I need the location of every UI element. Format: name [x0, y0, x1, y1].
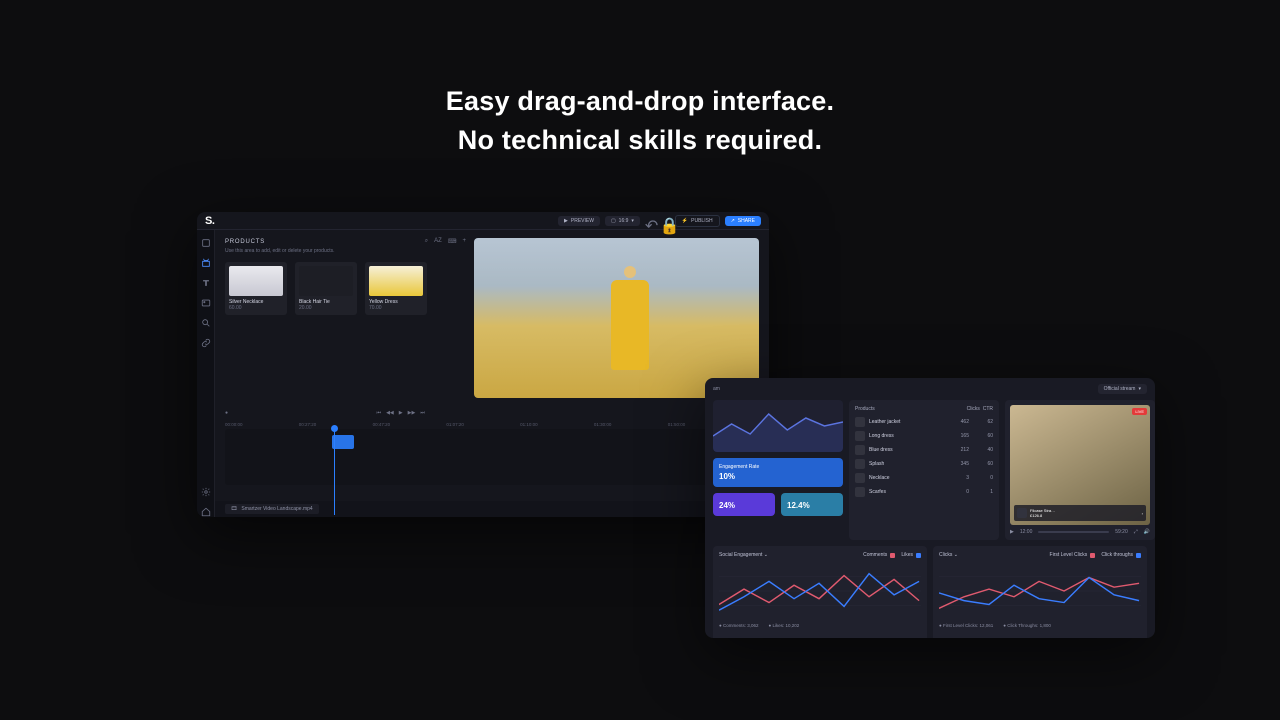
text-icon[interactable] [201, 278, 211, 288]
film-icon: 🎞 [231, 506, 237, 512]
product-thumb [369, 266, 423, 296]
app-logo[interactable]: S. [205, 215, 214, 227]
time-total: 59:20 [1115, 529, 1128, 535]
live-video[interactable]: LIVE Filcase Stra… £126.8 › [1010, 405, 1150, 525]
editor-siderail [197, 230, 215, 517]
clicks-chart: Clicks ⌄ First Level Clicks Click throug… [933, 546, 1147, 638]
timeline-start-marker[interactable]: ● [225, 410, 228, 416]
expand-icon[interactable]: ⤢ [1134, 529, 1138, 535]
products-title: PRODUCTS [225, 239, 265, 245]
playhead[interactable] [334, 429, 335, 515]
stream-status[interactable]: Official stream ▾ [1098, 384, 1147, 394]
product-card[interactable]: Yellow Dress 70.00 [365, 262, 427, 315]
table-row[interactable]: Scarfes01 [855, 487, 993, 497]
volume-icon[interactable]: 🔊 [1144, 529, 1150, 535]
products-subtitle: Use this area to add, edit or delete you… [225, 248, 466, 254]
legend-first-level[interactable]: First Level Clicks [1050, 552, 1096, 558]
live-product-overlay[interactable]: Filcase Stra… £126.8 › [1014, 505, 1146, 521]
dashboard-window: am Official stream ▾ Engagement Rate 10%… [705, 378, 1155, 638]
play-icon[interactable]: ▶ [399, 410, 403, 416]
headline: Easy drag-and-drop interface. No technic… [0, 82, 1280, 160]
home-icon[interactable] [201, 507, 211, 517]
editor-topbar: S. ▶ PREVIEW ▢ 16:9 ▾ ↶ 🔒 ⚡ PUBLISH ↗ SH… [197, 212, 769, 230]
legend-clickthrough[interactable]: Click throughs [1101, 552, 1141, 558]
skip-fwd-icon[interactable]: ⏭ [420, 410, 425, 416]
timeline: ● ⏮ ◀◀ ▶ ▶▶ ⏭ 00:52:10 / 02:20:00 00:00:… [215, 404, 769, 501]
time-elapsed: 12:00 [1020, 529, 1033, 535]
lock-icon[interactable]: 🔒 [660, 216, 670, 226]
keyboard-icon[interactable]: ⌨ [448, 238, 457, 245]
preview-button[interactable]: ▶ PREVIEW [558, 216, 600, 226]
dashboard-title: am [713, 386, 720, 392]
undo-icon[interactable]: ↶ [645, 216, 655, 226]
gear-icon[interactable] [201, 487, 211, 497]
product-icon[interactable] [201, 258, 211, 268]
legend-likes[interactable]: Likes [901, 552, 921, 558]
product-thumb [299, 266, 353, 296]
products-table-title: Products [855, 406, 875, 412]
table-row[interactable]: Leather jacket46262 [855, 417, 993, 427]
search-icon[interactable]: ⌕ [425, 238, 428, 245]
products-table: Products Clicks CTR Leather jacket46262 … [849, 400, 999, 540]
headline-line-2: No technical skills required. [458, 125, 822, 155]
legend-comments[interactable]: Comments [863, 552, 895, 558]
play-icon[interactable]: ▶ [1010, 529, 1014, 535]
step-fwd-icon[interactable]: ▶▶ [408, 410, 416, 416]
preview-subject [611, 280, 649, 370]
editor-top-actions: ▶ PREVIEW ▢ 16:9 ▾ ↶ 🔒 ⚡ PUBLISH ↗ SHARE [558, 215, 761, 227]
add-product-icon[interactable]: + [462, 238, 466, 245]
products-panel: PRODUCTS ⌕ AZ ⌨ + Use this area to add, … [225, 238, 466, 398]
live-badge: LIVE [1132, 408, 1147, 415]
mini-chart [713, 400, 843, 452]
kpi-engagement-rate[interactable]: Engagement Rate 10% [713, 458, 843, 487]
link-icon[interactable] [201, 338, 211, 348]
timeline-track[interactable] [225, 429, 759, 485]
kpi-b[interactable]: 12.4% [781, 493, 843, 516]
table-row[interactable]: Necklace30 [855, 473, 993, 483]
scrubber[interactable] [1038, 531, 1109, 533]
table-row[interactable]: Blue dress21240 [855, 445, 993, 455]
kpi-a[interactable]: 24% [713, 493, 775, 516]
timeline-scale: 00:00:0000:27:2000:47:2001:07:2001:10:00… [225, 422, 759, 427]
editor-window: S. ▶ PREVIEW ▢ 16:9 ▾ ↶ 🔒 ⚡ PUBLISH ↗ SH… [197, 212, 769, 517]
search-icon[interactable] [201, 318, 211, 328]
headline-line-1: Easy drag-and-drop interface. [446, 86, 834, 116]
skip-back-icon[interactable]: ⏮ [377, 410, 382, 416]
product-card[interactable]: Black Hair Tie 20.00 [295, 262, 357, 315]
clip-filename[interactable]: 🎞 Smartzer Video Landscape.mp4 [225, 504, 319, 514]
product-thumb [229, 266, 283, 296]
chevron-down-icon[interactable]: ⌄ [954, 552, 958, 558]
sort-az-icon[interactable]: AZ [434, 238, 442, 245]
live-preview: LIVE Filcase Stra… £126.8 › ▶ 12:00 59:2… [1005, 400, 1155, 540]
video-preview[interactable] [474, 238, 759, 398]
table-row[interactable]: Splash34560 [855, 459, 993, 469]
chevron-down-icon[interactable]: ⌄ [764, 552, 768, 558]
layers-icon[interactable] [201, 238, 211, 248]
media-icon[interactable] [201, 298, 211, 308]
publish-button[interactable]: ⚡ PUBLISH [675, 215, 720, 227]
table-row[interactable]: Long dress16560 [855, 431, 993, 441]
aspect-toggle[interactable]: ▢ 16:9 ▾ [605, 216, 640, 226]
social-engagement-chart: Social Engagement ⌄ Comments Likes ● Com… [713, 546, 927, 638]
product-card[interactable]: Silver Necklace 60.00 [225, 262, 287, 315]
step-back-icon[interactable]: ◀◀ [386, 410, 394, 416]
share-button[interactable]: ↗ SHARE [725, 216, 761, 226]
